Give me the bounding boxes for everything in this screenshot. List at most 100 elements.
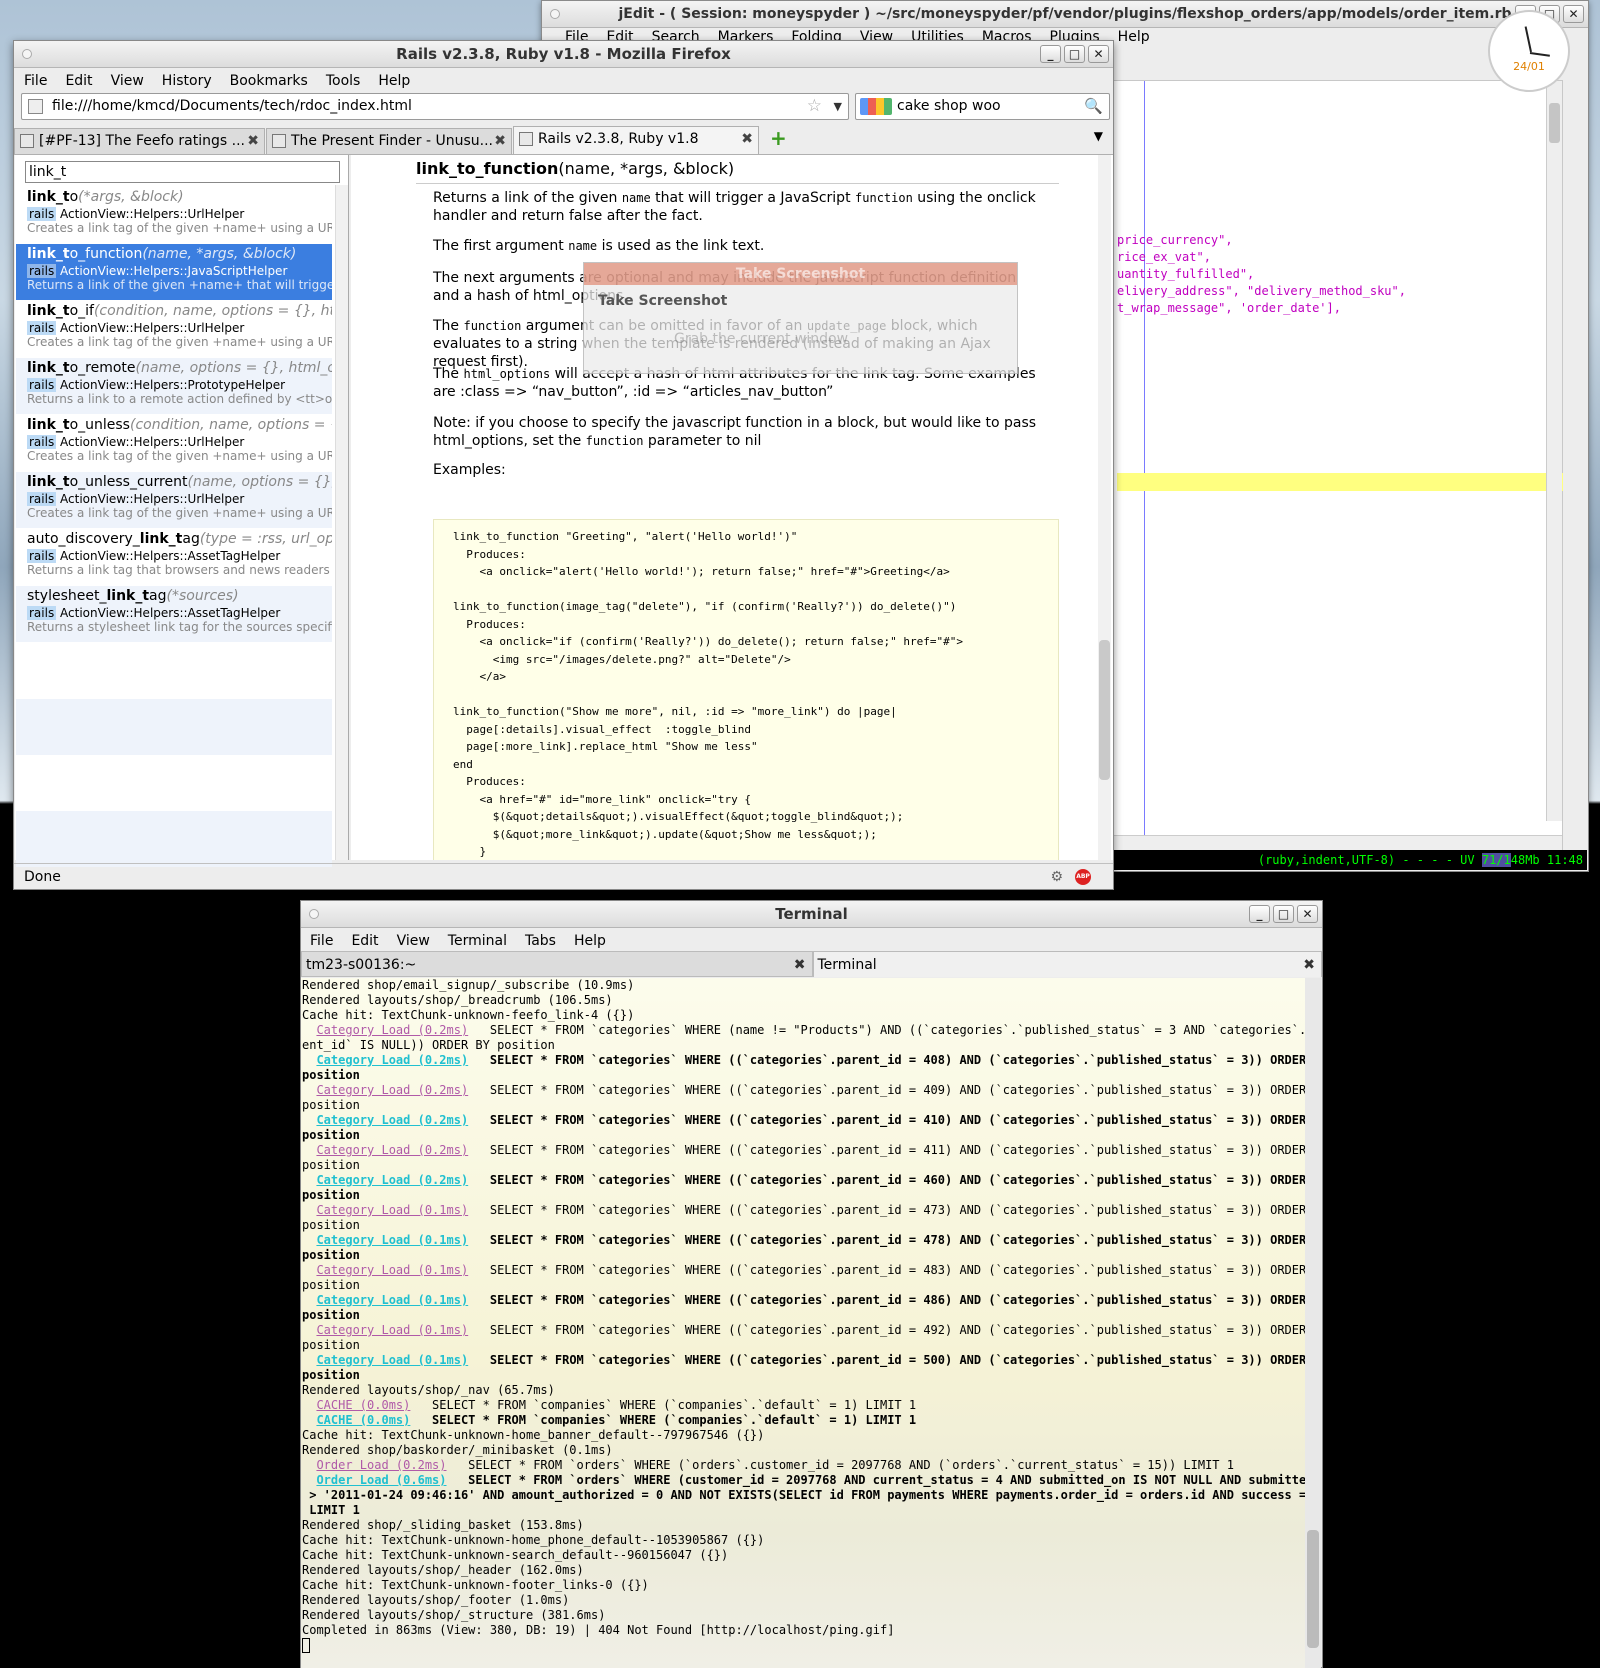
tab-label: The Present Finder - Unusu... xyxy=(291,133,493,149)
menu-help[interactable]: Help xyxy=(1109,29,1159,45)
chevron-down-icon[interactable]: ▼ xyxy=(834,94,842,119)
close-icon[interactable]: ✖ xyxy=(247,129,259,153)
sql-query: SELECT * FROM `orders` WHERE (customer_i… xyxy=(446,1473,1306,1487)
log-text: position xyxy=(302,1278,360,1292)
menu-edit[interactable]: Edit xyxy=(56,73,101,89)
terminal-scrollbar[interactable] xyxy=(1305,978,1321,1668)
sidebar-result-item[interactable]: link_to_function(name, *args, &block) rai… xyxy=(16,244,332,300)
menu-help[interactable]: Help xyxy=(369,73,419,89)
menu-bookmarks[interactable]: Bookmarks xyxy=(221,73,317,89)
terminal-tab-local[interactable]: Terminal ✖ xyxy=(812,951,1322,978)
close-button[interactable]: ✕ xyxy=(1297,905,1318,923)
log-text: Rendered shop/_sliding_basket (153.8ms) xyxy=(302,1518,584,1532)
menu-history[interactable]: History xyxy=(153,73,221,89)
terminal-line: position xyxy=(302,1308,1306,1323)
firefox-titlebar[interactable]: Rails v2.3.8, Ruby v1.8 - Mozilla Firefo… xyxy=(14,41,1113,68)
sidebar-result-item[interactable]: link_to(*args, &block) rails ActionView::… xyxy=(16,187,332,243)
rails-badge: rails xyxy=(27,378,57,392)
close-icon[interactable]: ✖ xyxy=(1303,952,1315,978)
window-menu-icon[interactable] xyxy=(22,49,32,59)
menu-file[interactable]: File xyxy=(15,73,56,89)
menu-view[interactable]: View xyxy=(102,73,153,89)
terminal-line: Order Load (0.2ms) SELECT * FROM `orders… xyxy=(302,1458,1306,1473)
terminal-line: Rendered shop/baskorder/_minibasket (0.1… xyxy=(302,1443,1306,1458)
terminal-output[interactable]: Rendered shop/email_signup/_subscribe (1… xyxy=(301,978,1306,1668)
tab-present-finder[interactable]: The Present Finder - Unusu... ✖ xyxy=(266,128,512,154)
terminal-line: CACHE (0.0ms) SELECT * FROM `companies` … xyxy=(302,1398,1306,1413)
method-description: Returns a link to a remote action define… xyxy=(27,392,332,406)
terminal-titlebar[interactable]: Terminal _ □ ✕ xyxy=(301,901,1322,928)
terminal-line: position xyxy=(302,1068,1306,1083)
close-button[interactable]: ✕ xyxy=(1563,5,1584,23)
menu-terminal[interactable]: Terminal xyxy=(439,933,516,949)
log-text: position xyxy=(302,1368,360,1382)
close-button[interactable]: ✕ xyxy=(1088,45,1109,63)
search-icon[interactable]: 🔍 xyxy=(1084,94,1103,119)
minimize-button[interactable]: _ xyxy=(1040,45,1061,63)
window-menu-icon[interactable] xyxy=(309,909,319,919)
menu-tabs[interactable]: Tabs xyxy=(516,933,565,949)
sidebar-result-item[interactable]: stylesheet_link_tag(*sources) rails Actio… xyxy=(16,586,332,642)
close-icon[interactable]: ✖ xyxy=(741,127,753,151)
tab-favicon-icon xyxy=(272,134,286,148)
sql-log-label: Category Load (0.2ms) xyxy=(316,1113,469,1127)
method-description: Creates a link tag of the given +name+ u… xyxy=(27,506,332,520)
terminal-line: Category Load (0.1ms) SELECT * FROM `cat… xyxy=(302,1353,1306,1368)
current-line-highlight xyxy=(1117,473,1563,491)
terminal-line: position xyxy=(302,1098,1306,1113)
firefox-statusbar: Done ⚙ ABP xyxy=(14,863,1113,889)
method-name-suffix: ag xyxy=(182,531,200,547)
log-text: Completed in 863ms (View: 380, DB: 19) |… xyxy=(302,1623,895,1637)
url-input[interactable]: file:///home/kmcd/Documents/tech/rdoc_in… xyxy=(21,93,849,120)
method-description: Creates a link tag of the given +name+ u… xyxy=(27,335,332,349)
method-search-input[interactable]: link_t xyxy=(25,161,340,183)
search-input[interactable]: cake shop woo 🔍 xyxy=(855,93,1110,120)
close-icon[interactable]: ✖ xyxy=(494,129,506,153)
maximize-button[interactable]: □ xyxy=(1064,45,1085,63)
sidebar-result-item[interactable]: link_to_unless(condition, name, options … xyxy=(16,415,332,471)
terminal-tab-remote[interactable]: tm23-s00136:~ ✖ xyxy=(301,951,813,977)
content-scrollbar[interactable] xyxy=(1098,155,1111,860)
sidebar-result-item[interactable]: link_to_remote(name, options = {}, html_… xyxy=(16,358,332,414)
sidebar-result-item[interactable]: auto_discovery_link_tag(type = :rss, url… xyxy=(16,529,332,585)
close-icon[interactable]: ✖ xyxy=(794,952,806,978)
log-text: Rendered layouts/shop/_footer (1.0ms) xyxy=(302,1593,570,1607)
list-item xyxy=(16,699,332,755)
sidebar-scrollbar[interactable] xyxy=(335,185,348,860)
sql-log-label: Category Load (0.2ms) xyxy=(316,1173,469,1187)
menu-tools[interactable]: Tools xyxy=(317,73,370,89)
sidebar-result-item[interactable]: link_to_if(condition, name, options = {}… xyxy=(16,301,332,357)
log-text: LIMIT 1 xyxy=(302,1503,360,1517)
menu-view[interactable]: View xyxy=(388,933,439,949)
terminal-window: Terminal _ □ ✕ File Edit View Terminal T… xyxy=(300,900,1323,1668)
log-text: position xyxy=(302,1188,360,1202)
menu-edit[interactable]: Edit xyxy=(342,933,387,949)
vertical-scrollbar[interactable] xyxy=(1546,81,1562,821)
tab-feefo[interactable]: [#PF-13] The Feefo ratings ... ✖ xyxy=(14,128,265,154)
window-menu-icon[interactable] xyxy=(550,9,560,19)
menu-help[interactable]: Help xyxy=(565,933,615,949)
doc-paragraph: Examples: xyxy=(433,462,506,478)
bookmark-star-icon[interactable]: ☆ xyxy=(807,94,822,119)
method-name-suffix: o xyxy=(69,189,79,205)
firefox-title: Rails v2.3.8, Ruby v1.8 - Mozilla Firefo… xyxy=(396,45,731,63)
new-tab-icon[interactable]: + xyxy=(770,126,787,150)
search-engine-icon[interactable] xyxy=(860,98,892,115)
method-name-suffix: o_if xyxy=(69,303,94,319)
grab-window-option[interactable]: Grab the current window xyxy=(584,309,1017,347)
status-mode: (ruby,indent,UTF-8) - - - - UV xyxy=(1257,853,1475,867)
jedit-titlebar[interactable]: jEdit - ( Session: moneyspyder ) ~/src/m… xyxy=(542,1,1588,28)
chevron-down-icon[interactable]: ▼ xyxy=(1094,129,1103,143)
adblock-icon[interactable]: ABP xyxy=(1075,869,1091,885)
list-item xyxy=(16,811,332,867)
minimize-button[interactable]: _ xyxy=(1249,905,1270,923)
sidebar-result-item[interactable]: link_to_unless_current(name, options = {… xyxy=(16,472,332,528)
clock-widget: 24/01 xyxy=(1488,10,1570,92)
extension-icon[interactable]: ⚙ xyxy=(1050,864,1063,890)
terminal-line: Category Load (0.2ms) SELECT * FROM `cat… xyxy=(302,1143,1306,1158)
sql-query: SELECT * FROM `categories` WHERE ((`cate… xyxy=(468,1293,1306,1307)
tab-rails-docs[interactable]: Rails v2.3.8, Ruby v1.8 ✖ xyxy=(513,126,759,154)
menu-file[interactable]: File xyxy=(301,933,342,949)
maximize-button[interactable]: □ xyxy=(1273,905,1294,923)
log-text: position xyxy=(302,1308,360,1322)
